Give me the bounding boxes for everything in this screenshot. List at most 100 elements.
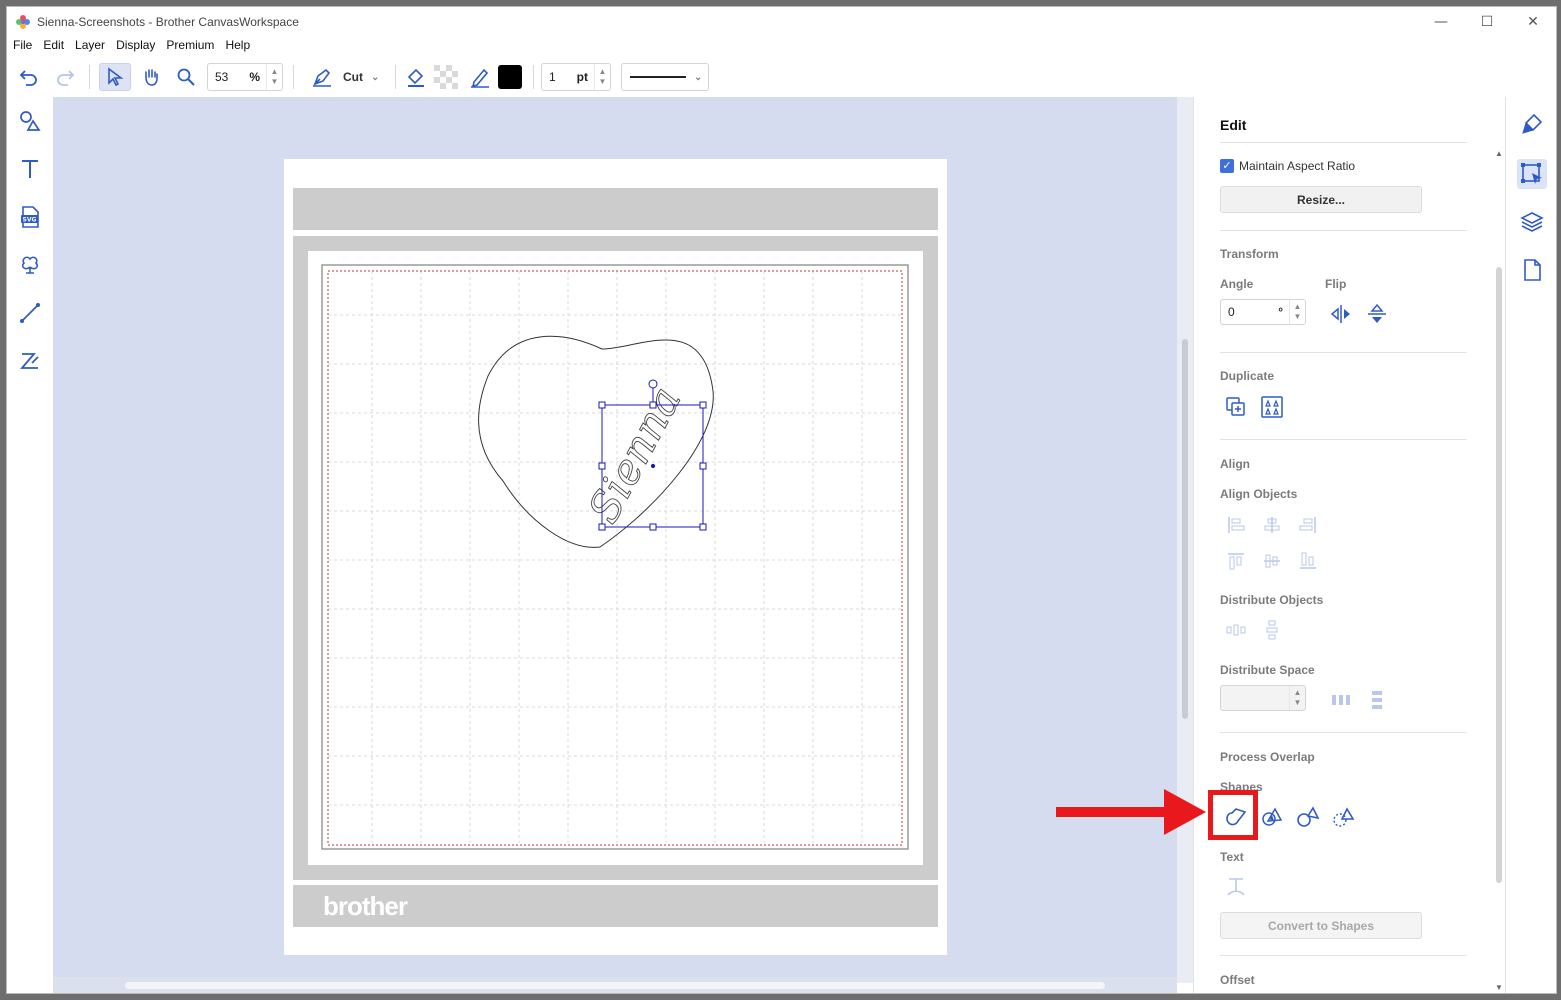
undo-button[interactable]	[15, 63, 43, 91]
duplicate-icon	[1226, 397, 1245, 416]
align-objects-label: Align Objects	[1220, 487, 1298, 501]
flip-vertical-button[interactable]	[1364, 301, 1390, 327]
cut-pen-icon	[313, 68, 331, 87]
tab-edit[interactable]	[1517, 159, 1547, 189]
vertical-scroll-thumb[interactable]	[1182, 339, 1188, 719]
exclude-shapes-button[interactable]	[1331, 804, 1357, 830]
edit-panel-scroll-thumb[interactable]	[1496, 267, 1502, 883]
canvas-vertical-scrollbar[interactable]	[1177, 97, 1193, 983]
tab-page[interactable]	[1517, 255, 1547, 285]
undo-icon	[19, 70, 37, 86]
title-bar: Sienna-Screenshots - Brother CanvasWorks…	[7, 7, 1556, 37]
minimize-button[interactable]: —	[1418, 7, 1464, 37]
menu-premium[interactable]: Premium	[161, 37, 219, 57]
menu-file[interactable]: File	[8, 37, 37, 57]
stroke-swatch[interactable]	[497, 63, 523, 91]
line-width-unit: pt	[576, 70, 588, 84]
angle-input[interactable]: 0 ° ▲ ▼	[1220, 299, 1306, 325]
distribute-vertical-button[interactable]	[1259, 617, 1285, 643]
zoom-stepper[interactable]: ▲ ▼	[266, 64, 282, 90]
space-horizontal-button[interactable]	[1328, 687, 1354, 713]
maximize-button[interactable]: ☐	[1464, 7, 1510, 37]
space-vertical-button[interactable]	[1364, 687, 1390, 713]
flip-horizontal-button[interactable]	[1328, 301, 1354, 327]
chevron-up-icon: ▲	[1293, 688, 1302, 697]
fill-swatch[interactable]	[433, 63, 459, 91]
line-style-dropdown[interactable]: ⌄	[621, 63, 709, 91]
transparent-swatch-icon	[434, 65, 458, 89]
divider	[1220, 230, 1467, 231]
text-weld-button[interactable]	[1223, 874, 1249, 900]
distribute-vertical-icon	[1266, 620, 1278, 640]
left-tool-column: SVG	[7, 97, 53, 993]
canvas-area[interactable]: Sienna brother	[53, 97, 1177, 983]
mode-dropdown[interactable]: Cut ⌄	[303, 63, 387, 91]
toolbar-separator	[533, 65, 534, 89]
menu-help[interactable]: Help	[220, 37, 255, 57]
edit-panel-title: Edit	[1220, 117, 1247, 133]
align-bottom-button[interactable]	[1295, 548, 1321, 574]
align-center-button[interactable]	[1259, 512, 1285, 538]
select-tool-button[interactable]	[99, 63, 131, 91]
tab-layers[interactable]	[1517, 207, 1547, 237]
transform-heading: Transform	[1220, 247, 1279, 261]
horizontal-scroll-thumb[interactable]	[125, 982, 1105, 989]
zoom-tool-button[interactable]	[172, 63, 200, 91]
patterns-tool-button[interactable]	[16, 251, 44, 279]
angle-unit: °	[1278, 305, 1283, 319]
cutting-mat: Sienna	[293, 236, 938, 880]
window-controls: — ☐ ✕	[1418, 7, 1556, 37]
chevron-down-icon[interactable]: ▼	[1495, 983, 1503, 992]
chevron-up-icon: ▲	[598, 67, 607, 76]
align-middle-button[interactable]	[1259, 548, 1285, 574]
distribute-space-stepper[interactable]: ▲ ▼	[1289, 686, 1305, 710]
mat-grid[interactable]: Sienna	[308, 251, 923, 865]
duplicate-button[interactable]	[1223, 394, 1249, 420]
line-width-stepper[interactable]: ▲ ▼	[594, 64, 610, 90]
align-right-button[interactable]	[1295, 512, 1321, 538]
svg-text:SVG: SVG	[23, 217, 37, 224]
maintain-aspect-ratio-checkbox[interactable]: ✓	[1220, 159, 1234, 173]
divider	[1220, 732, 1467, 733]
canvas-horizontal-scrollbar[interactable]	[53, 977, 1177, 993]
pan-tool-button[interactable]	[137, 63, 165, 91]
align-top-button[interactable]	[1223, 548, 1249, 574]
edit-panel-scrollbar[interactable]: ▲ ▼	[1494, 147, 1504, 992]
tab-paint[interactable]	[1517, 109, 1547, 139]
flip-vertical-icon	[1368, 303, 1386, 323]
chevron-up-icon[interactable]: ▲	[1495, 149, 1503, 158]
fill-color-button[interactable]	[403, 63, 429, 91]
process-overlap-heading: Process Overlap	[1220, 750, 1315, 764]
close-button[interactable]: ✕	[1510, 7, 1556, 37]
distribute-horizontal-button[interactable]	[1223, 617, 1249, 643]
svg-import-button[interactable]: SVG	[16, 203, 44, 231]
divider	[1220, 439, 1467, 440]
brother-logo: brother	[323, 890, 408, 921]
subtract-shapes-button[interactable]	[1295, 804, 1321, 830]
distribute-space-input[interactable]: ▲ ▼	[1220, 685, 1306, 711]
convert-to-shapes-button[interactable]: Convert to Shapes	[1220, 912, 1422, 939]
flip-label: Flip	[1325, 277, 1347, 291]
resize-button[interactable]: Resize...	[1220, 186, 1422, 213]
freehand-tool-button[interactable]	[16, 347, 44, 375]
solid-line-preview	[630, 76, 686, 78]
divider	[1220, 352, 1467, 353]
edit-selection-icon	[1521, 163, 1542, 184]
mat-page: Sienna brother	[284, 159, 947, 955]
angle-stepper[interactable]: ▲ ▼	[1289, 300, 1305, 324]
zoom-input[interactable]: 53 % ▲ ▼	[207, 63, 283, 91]
menu-layer[interactable]: Layer	[70, 37, 110, 57]
layers-icon	[1520, 212, 1544, 232]
line-width-input[interactable]: 1 pt ▲ ▼	[541, 63, 611, 91]
align-left-button[interactable]	[1223, 512, 1249, 538]
stroke-color-button[interactable]	[467, 63, 493, 91]
annotation-highlight-box	[1208, 790, 1258, 840]
menu-display[interactable]: Display	[111, 37, 160, 57]
redo-button[interactable]	[51, 63, 79, 91]
shapes-tool-button[interactable]	[16, 107, 44, 135]
menu-edit[interactable]: Edit	[38, 37, 69, 57]
text-tool-button[interactable]	[16, 155, 44, 183]
line-tool-button[interactable]	[16, 299, 44, 327]
multiple-duplicate-button[interactable]	[1259, 394, 1285, 420]
intersect-shapes-button[interactable]	[1259, 804, 1285, 830]
